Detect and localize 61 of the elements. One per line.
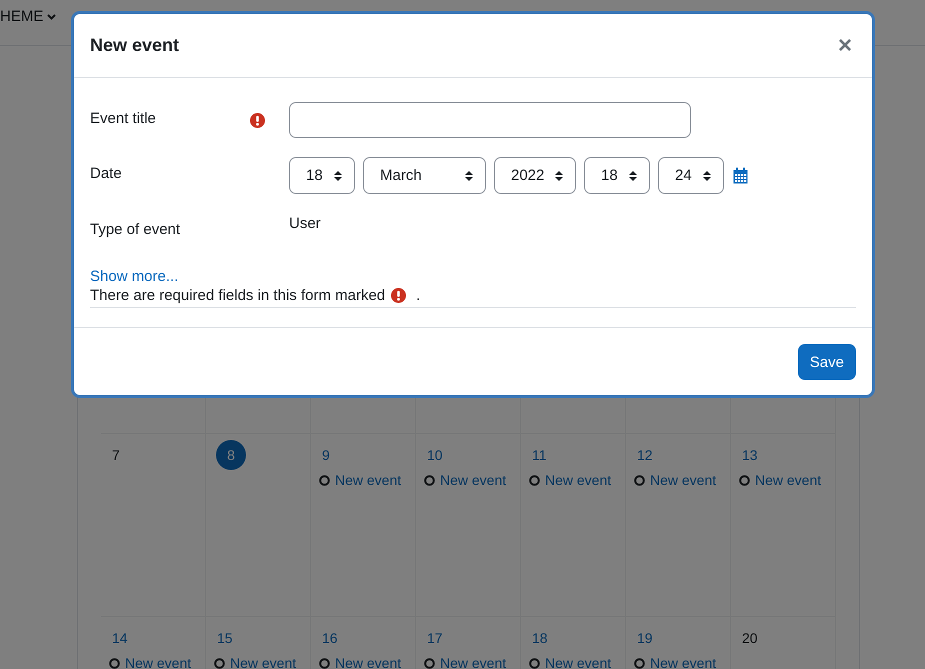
day-number[interactable]: 19 — [636, 627, 653, 649]
save-button[interactable]: Save — [798, 344, 856, 380]
today-marker: 8 — [216, 440, 246, 470]
event-link[interactable]: New event — [335, 655, 402, 669]
updown-icon — [555, 170, 563, 180]
calendar-icon[interactable] — [733, 167, 748, 184]
event-dot-icon — [424, 474, 435, 486]
event-dot-icon — [109, 658, 120, 668]
date-select[interactable]: 18 — [289, 157, 355, 194]
date-select[interactable]: 24 — [658, 157, 724, 194]
updown-icon — [629, 170, 637, 180]
event-link[interactable]: New event — [755, 472, 822, 488]
event-link[interactable]: New event — [125, 655, 192, 669]
day-number[interactable]: 13 — [741, 444, 758, 466]
event-link[interactable]: New event — [650, 655, 716, 669]
event-link[interactable]: New event — [650, 472, 716, 488]
updown-icon — [703, 170, 711, 180]
date-select[interactable]: 18 — [584, 157, 650, 194]
event-dot-icon — [319, 658, 330, 668]
required-note: There are required fields in this form marked — [90, 287, 386, 304]
event-dot-icon — [529, 474, 540, 486]
event-link[interactable]: New event — [545, 472, 612, 488]
event-link[interactable]: New event — [230, 655, 296, 669]
event-dot-icon — [319, 474, 330, 486]
note-period: . — [416, 287, 420, 304]
field-value: User — [289, 214, 321, 232]
event-dot-icon — [214, 658, 225, 668]
required-icon — [391, 288, 406, 303]
day-number[interactable]: 10 — [426, 444, 443, 466]
updown-icon — [465, 170, 473, 180]
title-input[interactable] — [289, 102, 691, 138]
event-link[interactable]: New event — [545, 655, 612, 669]
event-dot-icon — [634, 474, 645, 486]
event-dot-icon — [424, 658, 435, 668]
chevron-down-icon — [47, 14, 56, 20]
day-number[interactable]: 14 — [111, 627, 128, 649]
field-label: Event title — [90, 109, 157, 127]
theme-menu[interactable]: HEME — [0, 8, 56, 25]
day-number[interactable]: 12 — [636, 444, 653, 466]
event-dot-icon — [529, 658, 540, 668]
day-number: 7 — [111, 446, 120, 465]
event-link[interactable]: New event — [440, 472, 506, 488]
date-select[interactable]: March — [363, 157, 486, 194]
field-label: Type of event — [90, 220, 182, 238]
day-number[interactable]: 17 — [426, 627, 443, 649]
event-dot-icon — [634, 658, 645, 668]
modal-title: New event — [90, 35, 180, 56]
day-number[interactable]: 15 — [216, 627, 233, 649]
field-label: Date — [90, 164, 123, 182]
day-number: 20 — [741, 629, 758, 648]
show-more-link[interactable]: Show more... — [90, 268, 178, 285]
updown-icon — [334, 170, 342, 180]
date-select[interactable]: 2022 — [494, 157, 576, 194]
event-link[interactable]: New event — [335, 472, 402, 488]
day-number[interactable]: 11 — [531, 444, 547, 466]
day-number[interactable]: 18 — [531, 627, 548, 649]
day-number[interactable]: 16 — [321, 627, 338, 649]
event-link[interactable]: New event — [440, 655, 506, 669]
day-number[interactable]: 9 — [321, 444, 330, 466]
close-button[interactable]: × — [834, 34, 856, 58]
event-dot-icon — [739, 474, 750, 486]
